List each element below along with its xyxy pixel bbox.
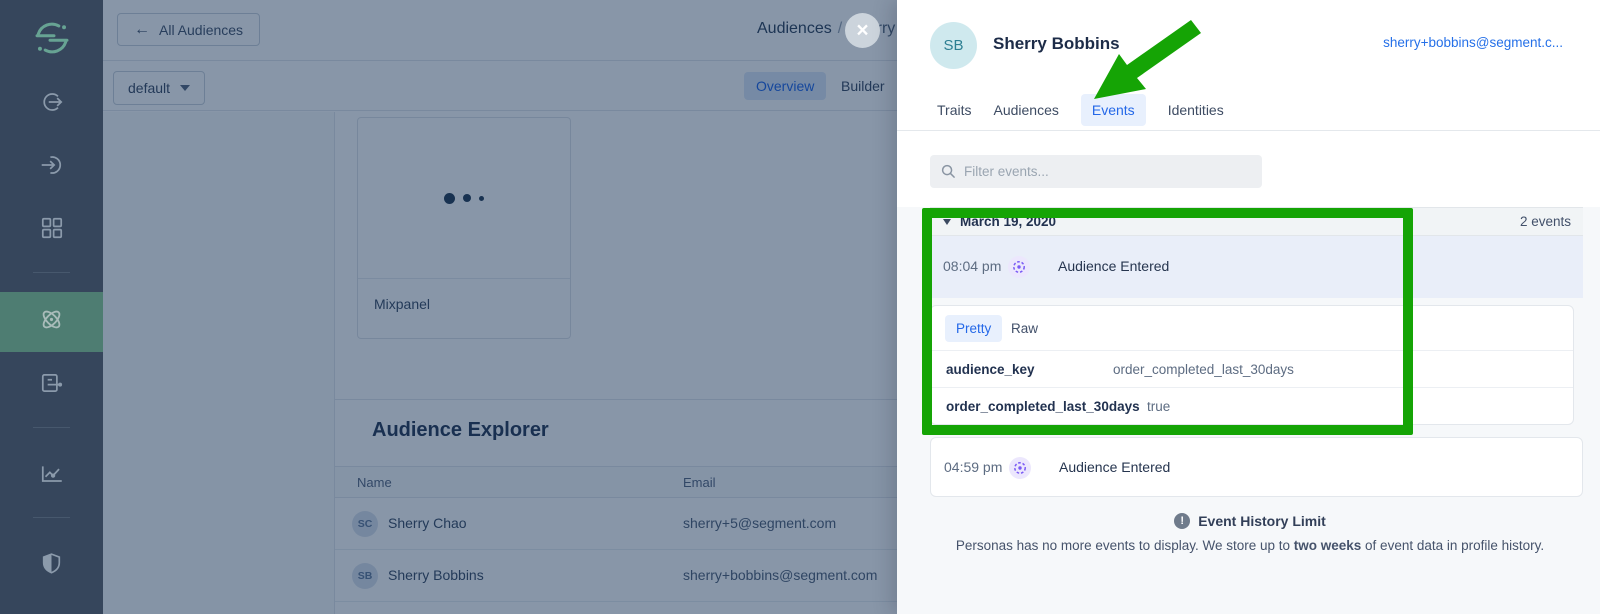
event-group-header[interactable]: March 19, 2020 2 events	[930, 207, 1583, 236]
close-icon: ×	[856, 19, 868, 43]
destinations-icon	[39, 152, 65, 183]
search-icon	[941, 164, 956, 179]
sidebar-item-sources[interactable]	[0, 74, 103, 134]
analytics-chart-icon	[39, 461, 65, 492]
close-drawer-button[interactable]: ×	[845, 13, 880, 48]
notice-title: Event History Limit	[1198, 513, 1326, 529]
personas-atom-icon	[38, 306, 65, 338]
event-group-count: 2 events	[1520, 214, 1571, 229]
sidebar-divider	[33, 517, 70, 518]
detail-row: audience_key order_completed_last_30days	[931, 351, 1573, 388]
events-tab-content: March 19, 2020 2 events 08:04 pm Audienc…	[897, 131, 1600, 614]
sidebar-item-journeys[interactable]	[0, 355, 103, 415]
tab-audiences[interactable]: Audiences	[993, 102, 1058, 118]
modal-backdrop[interactable]	[103, 0, 897, 614]
detail-row: order_completed_last_30days true	[931, 388, 1573, 425]
event-search-box	[930, 155, 1262, 188]
audience-target-icon	[1008, 256, 1030, 278]
app-window: ← All Audiences Audiences/Sherry default…	[0, 0, 1600, 614]
detail-view-tabs: Pretty Raw	[931, 306, 1573, 351]
sidebar-item-personas[interactable]	[0, 292, 103, 352]
audience-target-icon	[1009, 457, 1031, 479]
app-sidebar	[0, 0, 103, 614]
tab-pretty[interactable]: Pretty	[945, 315, 1002, 342]
sidebar-divider	[33, 272, 70, 273]
notice-body: Personas has no more events to display. …	[930, 538, 1570, 553]
profile-name: Sherry Bobbins	[993, 34, 1120, 54]
event-time: 08:04 pm	[943, 258, 1001, 274]
filter-events-input[interactable]	[964, 155, 1254, 188]
alert-icon: !	[1174, 513, 1190, 529]
profile-drawer: SB Sherry Bobbins sherry+bobbins@segment…	[897, 0, 1600, 614]
catalog-grid-icon	[39, 215, 65, 246]
tab-identities[interactable]: Identities	[1168, 102, 1224, 118]
event-group-date: March 19, 2020	[960, 214, 1056, 229]
collapse-caret-icon	[943, 219, 951, 225]
profile-email-link[interactable]: sherry+bobbins@segment.c...	[1383, 35, 1563, 50]
event-time: 04:59 pm	[944, 459, 1002, 475]
sidebar-item-catalog[interactable]	[0, 200, 103, 260]
tab-raw[interactable]: Raw	[1011, 321, 1038, 336]
tab-events[interactable]: Events	[1081, 94, 1146, 126]
event-name: Audience Entered	[1058, 258, 1169, 274]
sidebar-item-analytics[interactable]	[0, 446, 103, 506]
event-row-expanded[interactable]: 08:04 pm Audience Entered	[930, 236, 1583, 298]
sidebar-divider	[33, 427, 70, 428]
profile-avatar: SB	[930, 22, 977, 69]
segment-logo-icon	[33, 19, 71, 62]
event-row-collapsed[interactable]: 04:59 pm Audience Entered	[930, 437, 1583, 497]
journeys-icon	[39, 370, 65, 401]
detail-key: audience_key	[946, 362, 1035, 377]
detail-value: true	[1147, 399, 1170, 414]
sidebar-item-privacy[interactable]	[0, 536, 103, 596]
privacy-shield-icon	[39, 551, 64, 581]
event-history-notice: ! Event History Limit Personas has no mo…	[930, 513, 1570, 553]
tab-traits[interactable]: Traits	[937, 102, 971, 118]
event-detail-card: Pretty Raw audience_key order_completed_…	[930, 305, 1574, 425]
event-name: Audience Entered	[1059, 459, 1170, 475]
detail-key: order_completed_last_30days	[946, 399, 1140, 414]
detail-value: order_completed_last_30days	[1113, 362, 1294, 377]
sidebar-item-destinations[interactable]	[0, 137, 103, 197]
profile-tabs: Traits Audiences Events Identities	[937, 90, 1224, 130]
sources-icon	[39, 89, 65, 120]
sidebar-item-home[interactable]	[0, 10, 103, 70]
